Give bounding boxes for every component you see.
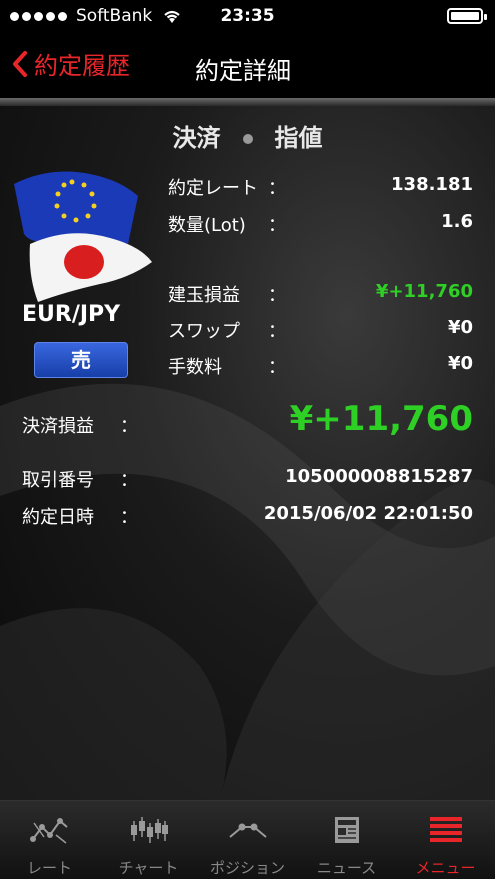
- rate-value: 138.181: [391, 174, 473, 195]
- settlement-pl-colon: ：: [120, 416, 138, 437]
- tab-rate-label: レート: [26, 859, 72, 877]
- trade-number-value: 105000008815287: [285, 466, 473, 487]
- tab-position[interactable]: ポジション: [198, 801, 297, 879]
- heading-limit-order: 指値: [274, 124, 323, 152]
- navigation-bar: 約定履歴 約定詳細: [0, 32, 495, 98]
- tab-bar: レート チャート ポジション ニュース メニュー: [0, 800, 495, 879]
- rate-colon: ：: [268, 178, 286, 199]
- tab-rate[interactable]: レート: [0, 801, 99, 879]
- swap-value: ¥0: [447, 317, 473, 338]
- quantity-colon: ：: [268, 215, 286, 236]
- nav-divider: [0, 98, 495, 106]
- fee-value: ¥0: [447, 353, 473, 374]
- battery-icon: [447, 8, 487, 24]
- rate-label: 約定レート: [168, 178, 258, 199]
- quantity-label: 数量(Lot): [168, 215, 246, 236]
- trade-number-label: 取引番号: [22, 470, 94, 491]
- candlestick-icon: [131, 817, 168, 843]
- trade-number-colon: ：: [120, 470, 138, 491]
- chevron-left-icon: [13, 50, 27, 77]
- position-pl-colon: ：: [268, 285, 286, 306]
- swap-colon: ：: [268, 321, 286, 342]
- execution-datetime-label: 約定日時: [22, 507, 94, 528]
- swap-label: スワップ: [168, 321, 240, 342]
- position-pl-label: 建玉損益: [168, 285, 240, 306]
- tab-position-label: ポジション: [209, 859, 285, 877]
- tab-chart[interactable]: チャート: [99, 801, 198, 879]
- position-pl-value: ¥+11,760: [375, 281, 473, 302]
- settlement-type-heading: 決済 指値: [0, 118, 495, 153]
- heading-settlement: 決済: [172, 124, 221, 152]
- status-time: 23:35: [220, 6, 275, 26]
- currency-flags-icon: [14, 171, 152, 302]
- execution-datetime-colon: ：: [120, 507, 138, 528]
- fee-label: 手数料: [168, 357, 222, 378]
- news-icon: [335, 817, 359, 843]
- rate-icon: [30, 818, 68, 844]
- tab-menu-label: メニュー: [415, 859, 476, 877]
- tab-chart-label: チャート: [118, 859, 179, 877]
- quantity-value: 1.6: [441, 211, 473, 232]
- page-title: 約定詳細: [195, 57, 291, 85]
- position-icon: [229, 823, 267, 838]
- order-detail-panel: 決済 指値 EUR/JPY 売 約定レート ： 138.181 数量(Lot) ：…: [0, 106, 495, 800]
- heading-separator-dot: [242, 134, 253, 144]
- tab-news-label: ニュース: [316, 859, 377, 877]
- back-button[interactable]: 約定履歴: [12, 46, 130, 81]
- fee-colon: ：: [268, 357, 286, 378]
- menu-icon: [430, 817, 462, 842]
- settlement-pl-value: ¥+11,760: [289, 399, 473, 439]
- status-bar: SoftBank 23:35: [0, 0, 495, 32]
- back-button-label: 約定履歴: [34, 52, 130, 80]
- sell-badge: 売: [34, 342, 128, 378]
- settlement-pl-label: 決済損益: [22, 416, 94, 437]
- execution-datetime-value: 2015/06/02 22:01:50: [263, 503, 473, 524]
- currency-pair: EUR/JPY: [22, 302, 121, 327]
- tab-menu[interactable]: メニュー: [396, 801, 495, 879]
- tab-news[interactable]: ニュース: [297, 801, 396, 879]
